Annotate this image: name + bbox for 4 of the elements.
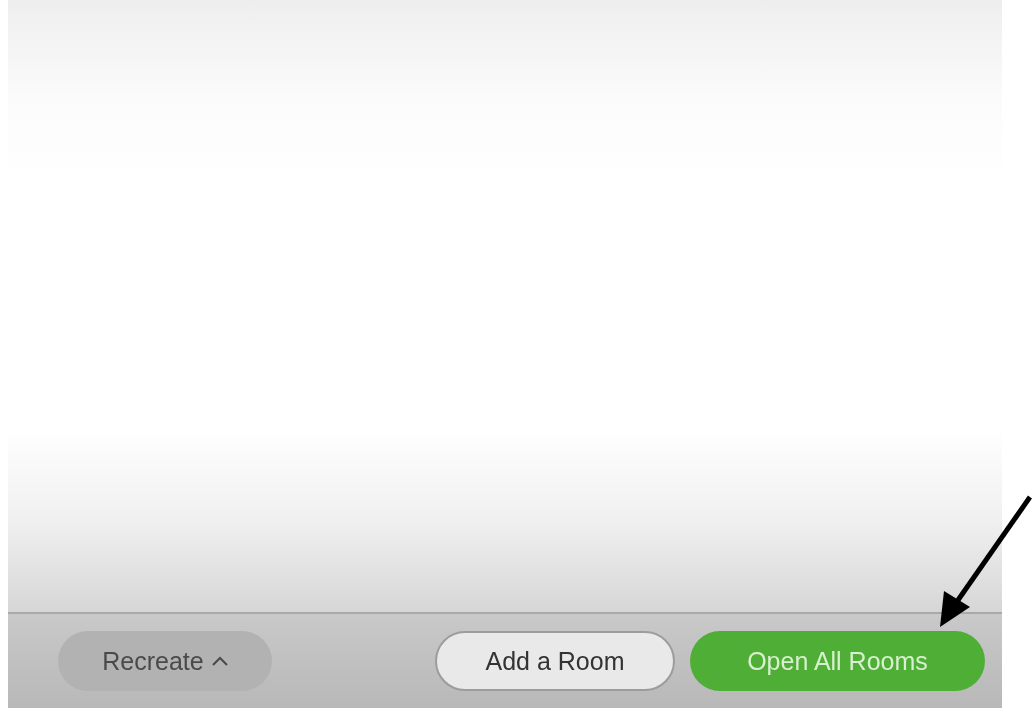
add-room-button[interactable]: Add a Room xyxy=(435,631,675,691)
open-rooms-button[interactable]: Open All Rooms xyxy=(690,631,985,691)
recreate-button[interactable]: Recreate xyxy=(58,631,272,691)
caret-icon xyxy=(211,656,228,666)
